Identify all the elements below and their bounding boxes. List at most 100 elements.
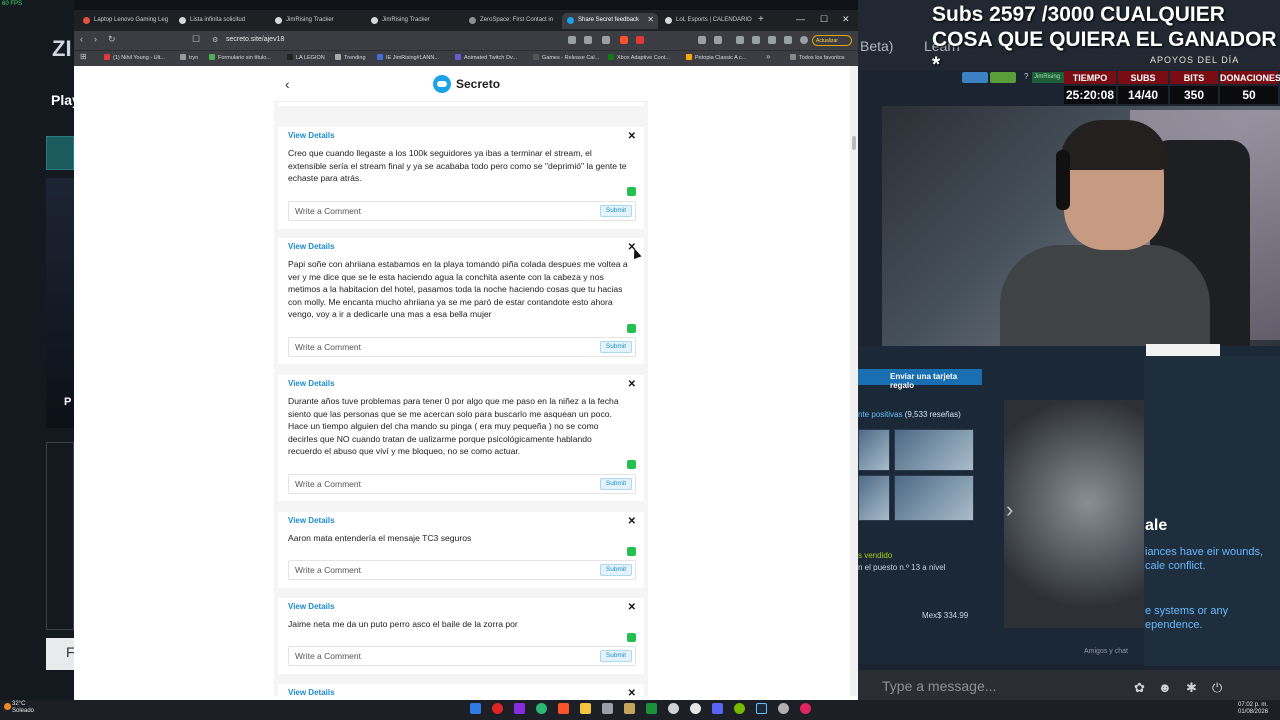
chevron-right-icon[interactable]: › — [1006, 497, 1013, 523]
wallet-icon[interactable] — [768, 36, 776, 44]
url-bar[interactable]: secreto.site/ajev18 — [226, 36, 284, 43]
browser-tab[interactable]: JimRising Tracker — [366, 13, 462, 29]
view-details-link[interactable]: View Details — [288, 379, 335, 388]
app-circle-icon[interactable] — [668, 703, 679, 714]
screenshot-icon[interactable] — [568, 36, 576, 44]
browser-tab[interactable]: Lista infinita solicitud — [174, 13, 270, 29]
profile-icon[interactable] — [800, 36, 808, 44]
close-icon[interactable]: ✕ — [628, 602, 636, 613]
view-details-link[interactable]: View Details — [288, 516, 335, 525]
system-clock[interactable]: 07:02 p. m. 01/08/2026 — [1238, 702, 1268, 716]
steam-thumbnail[interactable] — [858, 475, 890, 521]
twitch-help-icon[interactable]: ? — [1024, 72, 1028, 81]
app-lime-icon[interactable] — [734, 703, 745, 714]
bookmark-item[interactable]: Formulario sin título... — [209, 54, 271, 61]
steam-taskbar-icon[interactable] — [756, 703, 767, 714]
maximize-icon[interactable]: ☐ — [820, 14, 828, 25]
settings-icon[interactable]: ✿ — [1134, 680, 1145, 696]
app-light-icon[interactable] — [778, 703, 789, 714]
bookmark-item[interactable]: Xbox Adaptive Cont... — [608, 54, 670, 61]
extension-icon[interactable] — [714, 36, 722, 44]
tab-close-icon[interactable]: ✕ — [647, 15, 654, 24]
minimize-icon[interactable]: — — [796, 14, 805, 24]
app-gray-icon[interactable] — [602, 703, 613, 714]
media-icon[interactable] — [690, 703, 701, 714]
comment-input[interactable]: Write a Comment Submit — [288, 201, 636, 221]
steam-gift-button[interactable]: Enviar una tarjeta regalo — [858, 369, 982, 390]
submit-button[interactable]: Submit — [600, 564, 632, 576]
weather-widget[interactable]: 32°C Soleado — [12, 701, 34, 715]
discord-icon[interactable]: ☻ — [1158, 680, 1172, 695]
share-icon[interactable] — [602, 36, 610, 44]
view-details-link[interactable]: View Details — [288, 131, 335, 140]
close-icon[interactable]: ✕ — [628, 688, 636, 696]
app-green-icon[interactable] — [646, 703, 657, 714]
submit-button[interactable]: Submit — [600, 650, 632, 662]
discord-taskbar-icon[interactable] — [712, 703, 723, 714]
brave-shield-icon[interactable] — [620, 36, 628, 44]
brave-rewards-icon[interactable] — [636, 36, 644, 44]
extension-icon[interactable] — [698, 36, 706, 44]
twitch-bell-icon[interactable] — [990, 72, 1016, 83]
folder-icon[interactable] — [580, 703, 591, 714]
bug-icon[interactable]: ✱ — [1186, 680, 1197, 696]
submit-button[interactable]: Submit — [600, 341, 632, 353]
close-icon[interactable]: ✕ — [628, 131, 636, 142]
browser-tab[interactable]: Laptop Lenovo Gaming Leg — [78, 13, 174, 29]
brave-icon[interactable] — [558, 703, 569, 714]
reload-icon[interactable]: ↻ — [108, 34, 116, 45]
close-icon[interactable]: ✕ — [628, 516, 636, 527]
bookmark-item[interactable]: tryn — [180, 54, 198, 61]
whatsapp-icon[interactable] — [627, 324, 636, 333]
forward-icon[interactable]: › — [94, 34, 97, 44]
edge-icon[interactable] — [536, 703, 547, 714]
browser-tab[interactable]: LoL Esports | CALENDARIO — [660, 13, 756, 29]
bookmark-item[interactable]: IE JimRising#LANN... — [377, 54, 439, 61]
app-tan-icon[interactable] — [624, 703, 635, 714]
new-tab-icon[interactable]: + — [758, 14, 764, 25]
sidebar-icon[interactable] — [752, 36, 760, 44]
bookmark-item[interactable]: Trending — [335, 54, 366, 61]
site-info-icon[interactable]: ⚙ — [212, 36, 218, 44]
zoom-icon[interactable] — [584, 36, 592, 44]
back-icon[interactable]: ‹ — [80, 34, 83, 44]
whatsapp-icon[interactable] — [627, 460, 636, 469]
apps-grid-icon[interactable]: ⊞ — [80, 52, 87, 61]
power-icon[interactable]: ⏻ — [1212, 680, 1222, 696]
comment-input[interactable]: Write a Comment Submit — [288, 337, 636, 357]
bookmark-folder-all[interactable]: Todos los favoritos — [790, 54, 845, 61]
whatsapp-icon[interactable] — [627, 633, 636, 642]
whatsapp-icon[interactable] — [627, 187, 636, 196]
browser-tab[interactable]: JimRising Tracker — [270, 13, 366, 29]
view-details-link[interactable]: View Details — [288, 688, 335, 696]
update-button[interactable]: Actualizar — [812, 35, 852, 46]
scrollbar-thumb[interactable] — [852, 136, 856, 150]
steam-thumbnail[interactable] — [894, 475, 974, 521]
scrollbar[interactable] — [850, 66, 858, 696]
start-icon[interactable] — [470, 703, 481, 714]
comment-input[interactable]: Write a Comment Submit — [288, 474, 636, 494]
bookmark-item[interactable]: LA LEGION — [287, 54, 325, 61]
bookmark-icon[interactable]: ☐ — [192, 34, 200, 45]
close-window-icon[interactable]: ✕ — [842, 14, 850, 25]
bookmark-item[interactable]: (1) Nihil Young - Ult... — [104, 54, 165, 61]
back-arrow-icon[interactable]: ‹ — [285, 76, 290, 92]
steam-thumbnail[interactable] — [894, 429, 974, 471]
whatsapp-icon[interactable] — [627, 547, 636, 556]
more-bookmarks-icon[interactable]: » — [766, 52, 770, 61]
browser-tab-active[interactable]: Share Secret feedback ✕ — [562, 13, 658, 29]
app-pink-icon[interactable] — [800, 703, 811, 714]
comment-input[interactable]: Write a Comment Submit — [288, 646, 636, 666]
close-icon[interactable]: ✕ — [628, 379, 636, 390]
bookmark-item[interactable]: Games - Release Cal... — [533, 54, 599, 61]
app-red-icon[interactable] — [492, 703, 503, 714]
submit-button[interactable]: Submit — [600, 478, 632, 490]
browser-tab[interactable]: ZeroSpace: First Contact in — [464, 13, 560, 29]
bookmark-item[interactable]: Animated Twitch Ov... — [455, 54, 517, 61]
extension-icon[interactable] — [784, 36, 792, 44]
bookmark-item[interactable]: Petopia Classic A c... — [686, 54, 746, 61]
twitch-share-icon[interactable] — [962, 72, 988, 83]
view-details-link[interactable]: View Details — [288, 602, 335, 611]
app-purple-icon[interactable] — [514, 703, 525, 714]
steam-friends-label[interactable]: Amigos y chat — [1084, 648, 1128, 655]
